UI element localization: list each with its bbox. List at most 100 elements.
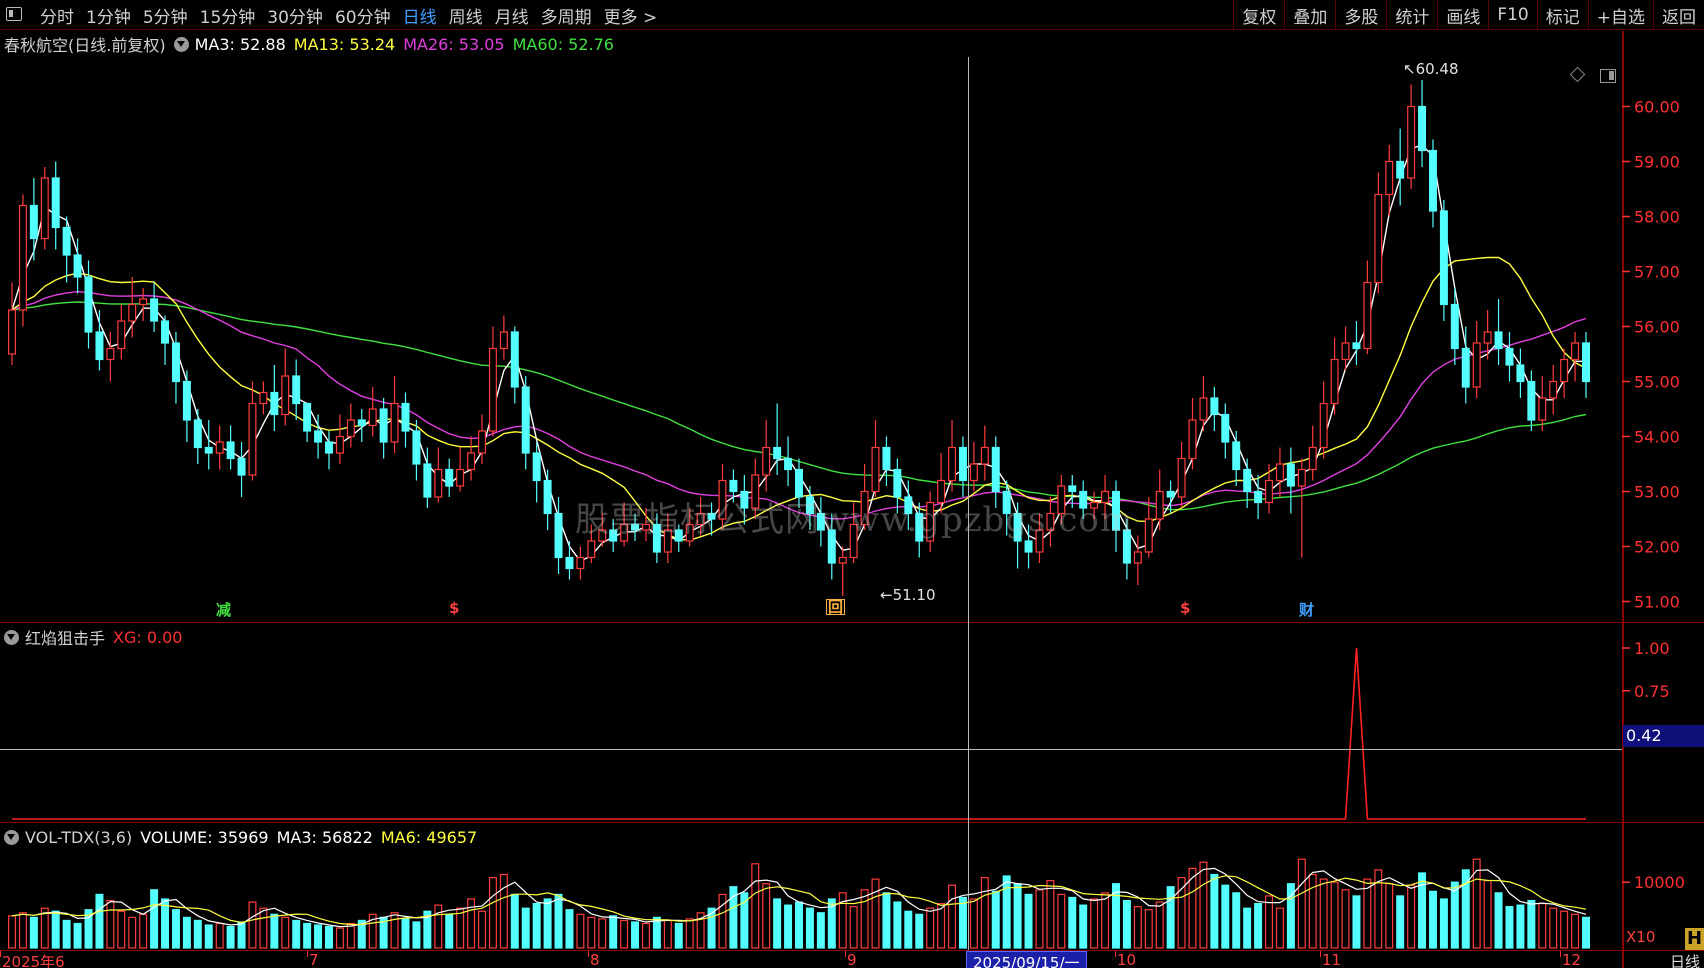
- candle-body: [357, 419, 366, 427]
- candle-body: [314, 430, 323, 443]
- candle-body: [248, 402, 257, 476]
- volume-bar: [95, 893, 104, 949]
- candle-body: [1396, 160, 1405, 179]
- candle-body: [368, 408, 377, 427]
- candle-body: [948, 446, 957, 482]
- volume-bar: [51, 910, 60, 949]
- volume-bar: [1221, 884, 1230, 949]
- candle-body: [1516, 364, 1525, 383]
- candle-body: [128, 303, 137, 322]
- volume-bar: [1582, 916, 1590, 949]
- candle-body: [1166, 490, 1175, 498]
- date-tick: [307, 951, 308, 957]
- candle-body: [1297, 468, 1306, 487]
- volume-bar: [805, 907, 814, 949]
- price-tick-label: 54.00: [1634, 428, 1680, 447]
- volume-bar: [1068, 896, 1077, 949]
- candle-body: [532, 452, 541, 482]
- event-marker-0[interactable]: 减: [216, 599, 231, 620]
- candle-body: [40, 177, 49, 240]
- price-tick-label: 59.00: [1634, 153, 1680, 172]
- date-mark-0: 2025年6: [2, 953, 65, 968]
- date-tick: [588, 951, 589, 957]
- candle-body: [1385, 160, 1394, 196]
- volume-bar: [991, 890, 1000, 949]
- date-mark-1: 7: [309, 951, 319, 968]
- volume-bar: [587, 916, 596, 949]
- candle-body: [1188, 419, 1197, 460]
- volume-bar: [795, 901, 803, 949]
- volume-bar: [303, 922, 312, 949]
- candle-body: [445, 468, 454, 487]
- volume-bar: [620, 919, 629, 949]
- volume-bar: [73, 922, 82, 949]
- candle-body: [1265, 479, 1274, 504]
- candle-body: [565, 556, 574, 570]
- candle-body: [106, 347, 115, 361]
- volume-bar: [1505, 906, 1514, 949]
- volume-bar: [128, 916, 137, 949]
- candle-body: [871, 446, 880, 493]
- candle-body: [1538, 397, 1547, 421]
- xg-signal-line: [12, 647, 1586, 820]
- kline-chart[interactable]: 60.00 59.00 58.00 57.00 56.00 55.00 54.00 53.00…: [0, 0, 1704, 968]
- watermark: 股票指标公式网www.gpzbgs.com: [575, 500, 1134, 540]
- volume-unit-label: X10: [1626, 928, 1656, 946]
- volume-bar: [1527, 899, 1536, 949]
- volume-bar: [1144, 909, 1153, 949]
- volume-bar: [335, 927, 344, 949]
- candle-body: [303, 402, 312, 432]
- candle-body: [958, 446, 967, 482]
- candle-body: [1221, 413, 1230, 443]
- volume-bar: [1560, 910, 1569, 949]
- candle-body: [1199, 397, 1208, 421]
- volume-bar: [1571, 913, 1580, 949]
- corner-logo-icon: H: [1685, 928, 1704, 950]
- candle-body: [510, 331, 519, 388]
- candle-body: [488, 347, 497, 432]
- volume-bar: [882, 892, 891, 949]
- volume-bar: [1210, 873, 1219, 949]
- volume-bar: [1483, 880, 1492, 949]
- volume-bar: [926, 907, 935, 949]
- volume-bar: [237, 921, 246, 949]
- candle-body: [1461, 347, 1470, 388]
- candle-body: [1319, 402, 1328, 449]
- volume-bar: [401, 918, 410, 949]
- volume-bar: [1024, 893, 1033, 949]
- selected-date: 2025/09/15/一: [966, 951, 1087, 968]
- volume-bar: [674, 922, 683, 949]
- volume-bar: [182, 916, 191, 949]
- candle-body: [1571, 342, 1580, 361]
- volume-bar: [652, 916, 661, 949]
- candle-body: [390, 402, 399, 443]
- event-marker-1[interactable]: $: [449, 599, 459, 617]
- volume-bar: [915, 913, 924, 949]
- volume-bar: [631, 921, 640, 949]
- candle-body: [346, 419, 355, 438]
- candle-body: [226, 441, 235, 460]
- candle-body: [193, 419, 202, 449]
- candle-body: [401, 402, 410, 432]
- candle-body: [150, 298, 159, 322]
- date-mark-6: 12: [1562, 951, 1582, 968]
- event-marker-3[interactable]: $: [1180, 599, 1190, 617]
- volume-bar: [1046, 880, 1055, 949]
- candle-body: [324, 441, 333, 454]
- candle-body: [259, 391, 268, 405]
- volume-bar: [488, 876, 497, 949]
- volume-bar: [1385, 883, 1394, 949]
- price-tick-label: 60.00: [1634, 98, 1680, 117]
- volume-bar: [193, 919, 202, 949]
- volume-bar: [1254, 902, 1263, 949]
- volume-bar: [1352, 895, 1361, 949]
- candle-body: [576, 556, 585, 570]
- event-marker-4[interactable]: 财: [1299, 599, 1314, 620]
- candle-body: [423, 463, 432, 498]
- volume-bar: [106, 899, 115, 949]
- volume-bar: [248, 901, 257, 949]
- date-tick: [1560, 951, 1561, 957]
- candle-body: [51, 177, 60, 229]
- event-marker-2[interactable]: 回: [826, 599, 846, 615]
- candle-body: [237, 457, 246, 476]
